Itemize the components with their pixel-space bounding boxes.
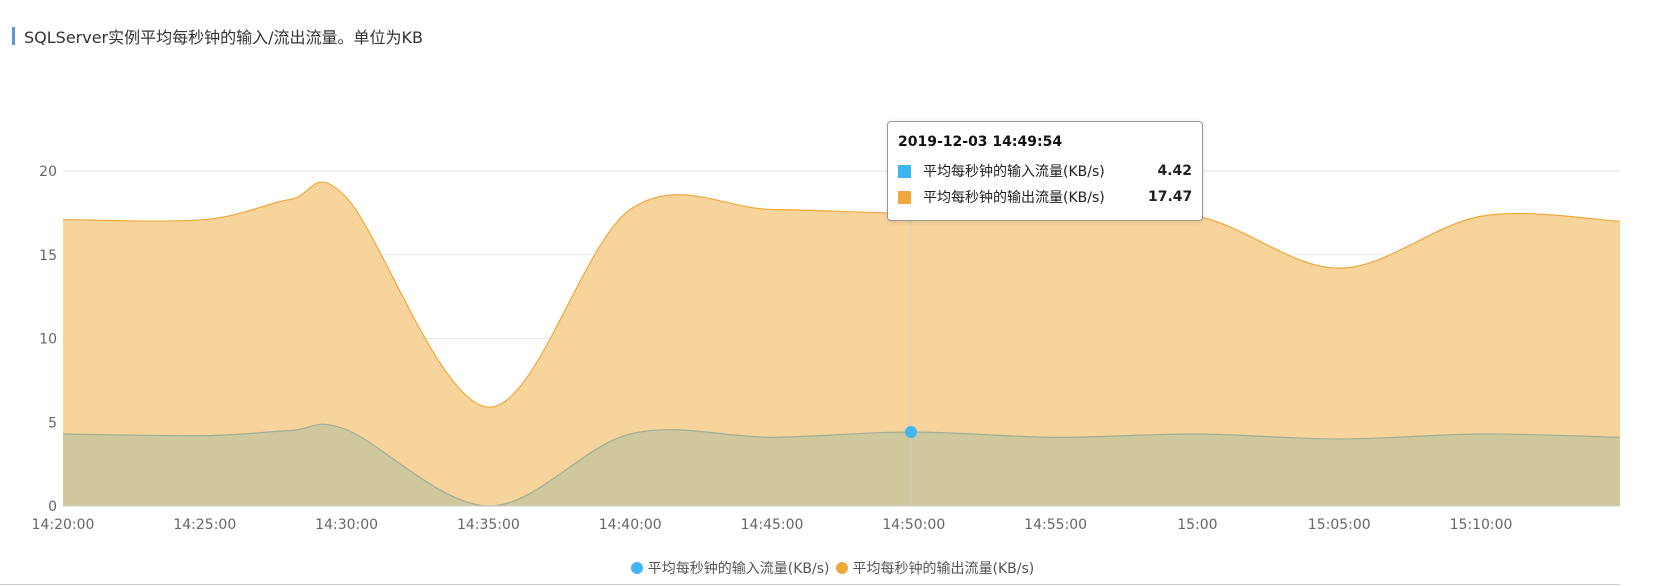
- tooltip-row-input: 平均每秒钟的输入流量(KB/s) 4.42: [898, 158, 1192, 184]
- bottom-divider: [0, 584, 1620, 585]
- x-tick-label: 14:40:00: [599, 517, 662, 533]
- y-tick-label: 15: [39, 248, 57, 264]
- legend-item-input[interactable]: 平均每秒钟的输入流量(KB/s): [630, 558, 830, 578]
- tooltip-time: 2019-12-03 14:49:54: [898, 134, 1063, 150]
- series-areas: [62, 181, 1621, 507]
- chart-tooltip: 2019-12-03 14:49:54 平均每秒钟的输入流量(KB/s) 4.4…: [887, 121, 1203, 221]
- tooltip-swatch-output: [898, 190, 911, 204]
- y-tick-label: 10: [39, 332, 57, 348]
- legend-item-output[interactable]: 平均每秒钟的输出流量(KB/s): [835, 558, 1035, 578]
- x-tick-label: 14:35:00: [457, 517, 520, 533]
- area-chart[interactable]: 0 5 10 15 20 14:20:00 14:25:00 14:30:00 14:35:00…: [0, 0, 1665, 586]
- x-tick-label: 15:05:00: [1308, 517, 1371, 533]
- legend-label: 平均每秒钟的输入流量(KB/s): [647, 561, 830, 577]
- x-tick-label: 15:10:00: [1450, 517, 1513, 533]
- chart-legend: 平均每秒钟的输入流量(KB/s) 平均每秒钟的输出流量(KB/s): [0, 558, 1665, 578]
- x-tick-label: 14:50:00: [882, 517, 945, 533]
- x-tick-label: 15:00: [1177, 517, 1217, 533]
- x-tick-label: 14:30:00: [315, 517, 378, 533]
- tooltip-swatch-input: [898, 164, 911, 178]
- x-tick-label: 14:45:00: [741, 517, 804, 533]
- y-tick-label: 20: [39, 164, 57, 180]
- y-tick-label: 0: [48, 499, 57, 515]
- tooltip-row-output: 平均每秒钟的输出流量(KB/s) 17.47: [898, 184, 1192, 210]
- x-tick-label: 14:20:00: [32, 517, 95, 533]
- hover-point-input[interactable]: [904, 425, 917, 438]
- tooltip-series-value: 4.42: [1157, 163, 1192, 179]
- x-tick-label: 14:55:00: [1024, 517, 1087, 533]
- legend-dot-output: [835, 562, 848, 574]
- legend-dot-input: [630, 562, 643, 574]
- tooltip-series-name: 平均每秒钟的输出流量(KB/s): [923, 190, 1105, 206]
- tooltip-series-name: 平均每秒钟的输入流量(KB/s): [923, 164, 1105, 180]
- x-tick-label: 14:25:00: [173, 517, 236, 533]
- legend-label: 平均每秒钟的输出流量(KB/s): [852, 561, 1035, 577]
- tooltip-series-value: 17.47: [1148, 189, 1193, 205]
- y-tick-label: 5: [48, 415, 57, 431]
